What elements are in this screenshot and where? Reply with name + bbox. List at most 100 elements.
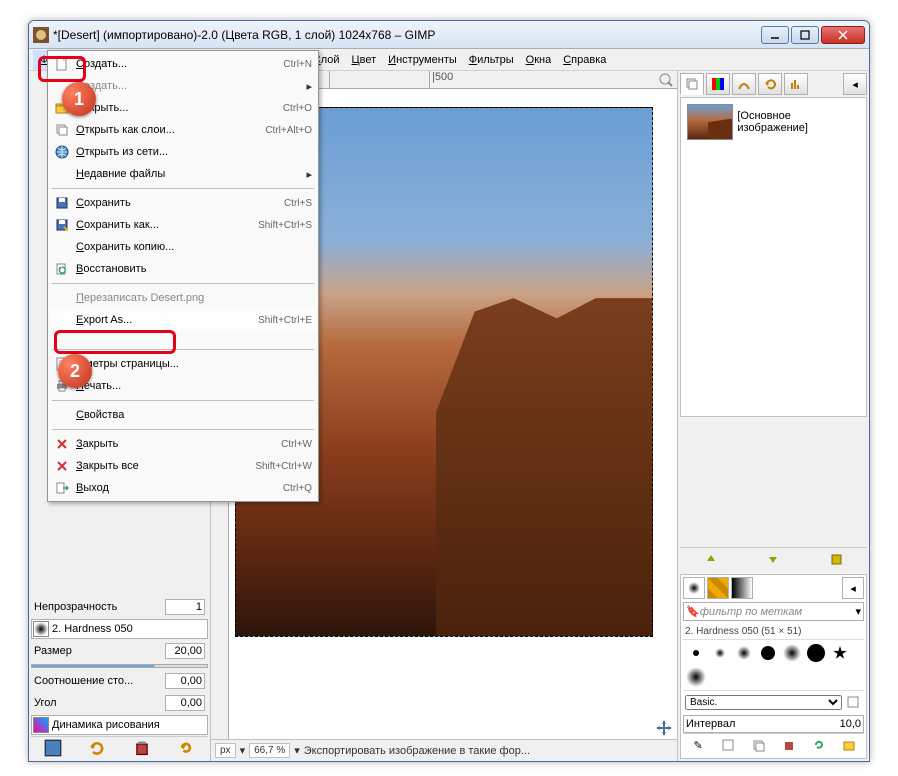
close-icon bbox=[54, 436, 70, 452]
menu-item-открытькакслои[interactable]: Открыть как слои...Ctrl+Alt+O bbox=[50, 119, 316, 141]
navigation-icon[interactable] bbox=[653, 717, 675, 739]
close-window-button[interactable] bbox=[821, 26, 865, 44]
app-icon bbox=[33, 27, 49, 43]
tab-undo-icon[interactable] bbox=[758, 73, 782, 95]
layer-name: [Основное изображение] bbox=[737, 110, 860, 134]
menu-item-недавниефайлы[interactable]: Недавние файлы▸ bbox=[50, 163, 316, 185]
globe-icon bbox=[54, 144, 70, 160]
brushes-tab-icon[interactable] bbox=[683, 577, 705, 599]
layer-up-icon[interactable] bbox=[702, 550, 720, 568]
patterns-tab-icon[interactable] bbox=[707, 577, 729, 599]
brush-preset[interactable]: 2. Hardness 050 bbox=[31, 619, 208, 639]
brush-filter[interactable]: 🔖 фильтр по меткам ▾ bbox=[683, 602, 864, 621]
reset-options-icon[interactable] bbox=[177, 739, 195, 757]
menu-item-перезаписатьdesertpng: Перезаписать Desert.png bbox=[50, 287, 316, 309]
revert-icon bbox=[54, 261, 70, 277]
brush-open-icon[interactable] bbox=[840, 736, 858, 754]
blank-icon bbox=[54, 166, 70, 182]
brush-item[interactable] bbox=[733, 642, 755, 664]
opacity-label: Непрозрачность bbox=[34, 601, 165, 613]
brush-item[interactable] bbox=[829, 642, 851, 664]
menu-item-сохранитькак[interactable]: Сохранить как...Shift+Ctrl+S bbox=[50, 214, 316, 236]
right-dock: ◂ [Основное изображение] ◂ bbox=[677, 71, 869, 761]
unit-selector[interactable]: px bbox=[215, 743, 236, 758]
brush-item[interactable] bbox=[805, 642, 827, 664]
delete-options-icon[interactable] bbox=[133, 739, 151, 757]
angle-value[interactable]: 0,00 bbox=[165, 695, 205, 711]
brush-edit-icon[interactable]: ✎ bbox=[689, 736, 707, 754]
brush-duplicate-icon[interactable] bbox=[749, 736, 767, 754]
status-message: Экспортировать изображение в такие фор..… bbox=[304, 745, 673, 757]
save-icon bbox=[54, 195, 70, 211]
gradients-tab-icon[interactable] bbox=[731, 577, 753, 599]
angle-label: Угол bbox=[34, 697, 165, 709]
size-slider[interactable] bbox=[31, 664, 208, 668]
tab-paths-icon[interactable] bbox=[732, 73, 756, 95]
layer-row[interactable]: [Основное изображение] bbox=[685, 102, 862, 142]
brush-item[interactable] bbox=[709, 642, 731, 664]
size-value[interactable]: 20,00 bbox=[165, 643, 205, 659]
brush-new-icon[interactable] bbox=[719, 736, 737, 754]
brush-edit-icon[interactable] bbox=[844, 693, 862, 711]
submenu-arrow-icon: ▸ bbox=[306, 168, 312, 181]
brush-item[interactable] bbox=[685, 666, 707, 688]
brush-tab-menu-icon[interactable]: ◂ bbox=[842, 577, 864, 599]
opacity-value[interactable]: 1 bbox=[165, 599, 205, 615]
callout-badge-2: 2 bbox=[58, 354, 92, 388]
menu-цвет[interactable]: Цвет bbox=[346, 51, 383, 69]
ratio-value[interactable]: 0,00 bbox=[165, 673, 205, 689]
new-icon bbox=[54, 56, 70, 72]
ratio-label: Соотношение сто... bbox=[34, 675, 165, 687]
saveas-icon bbox=[54, 217, 70, 233]
brush-name-label: 2. Hardness 050 (51 × 51) bbox=[683, 624, 864, 639]
menu-item-сохранить[interactable]: СохранитьCtrl+S bbox=[50, 192, 316, 214]
layer-duplicate-icon[interactable] bbox=[827, 550, 845, 568]
menu-item-выход[interactable]: ВыходCtrl+Q bbox=[50, 477, 316, 499]
blank-icon bbox=[54, 239, 70, 255]
close-icon bbox=[54, 458, 70, 474]
menu-инструменты[interactable]: Инструменты bbox=[382, 51, 463, 69]
menu-item-закрыть[interactable]: ЗакрытьCtrl+W bbox=[50, 433, 316, 455]
menu-item-свойства[interactable]: Свойства bbox=[50, 404, 316, 426]
menu-item-exportas[interactable]: Export As...Shift+Ctrl+E bbox=[50, 309, 316, 331]
tab-layers-icon[interactable] bbox=[680, 73, 704, 95]
title-bar: *[Desert] (импортировано)-2.0 (Цвета RGB… bbox=[29, 21, 869, 49]
maximize-button[interactable] bbox=[791, 26, 819, 44]
brush-preview-icon bbox=[33, 621, 49, 637]
file-menu-dropdown: Создать...Ctrl+NСоздать...▸Открыть...Ctr… bbox=[47, 50, 319, 502]
blank-icon bbox=[54, 407, 70, 423]
menu-справка[interactable]: Справка bbox=[557, 51, 612, 69]
interval-row[interactable]: Интервал 10,0 bbox=[683, 715, 864, 733]
brush-item[interactable] bbox=[757, 642, 779, 664]
menu-item-сохранитькопию[interactable]: Сохранить копию... bbox=[50, 236, 316, 258]
minimize-button[interactable] bbox=[761, 26, 789, 44]
menu-item-открытьизсети[interactable]: Открыть из сети... bbox=[50, 141, 316, 163]
save-options-icon[interactable] bbox=[44, 739, 62, 757]
restore-options-icon[interactable] bbox=[88, 739, 106, 757]
window-title: *[Desert] (импортировано)-2.0 (Цвета RGB… bbox=[53, 28, 759, 42]
right-dock-tabs: ◂ bbox=[680, 73, 867, 95]
brush-refresh-icon[interactable] bbox=[810, 736, 828, 754]
tab-histogram-icon[interactable] bbox=[784, 73, 808, 95]
menu-item-восстановить[interactable]: Восстановить bbox=[50, 258, 316, 280]
brush-delete-icon[interactable] bbox=[780, 736, 798, 754]
submenu-arrow-icon: ▸ bbox=[306, 80, 312, 93]
dropdown-arrow-icon[interactable]: ▾ bbox=[855, 605, 861, 618]
menu-item-закрытьвсе[interactable]: Закрыть всеShift+Ctrl+W bbox=[50, 455, 316, 477]
menu-окна[interactable]: Окна bbox=[520, 51, 558, 69]
callout-badge-1: 1 bbox=[62, 82, 96, 116]
tab-channels-icon[interactable] bbox=[706, 73, 730, 95]
brush-preset-select[interactable]: Basic. bbox=[685, 695, 842, 710]
tab-menu-icon[interactable]: ◂ bbox=[843, 73, 867, 95]
layer-down-icon[interactable] bbox=[764, 550, 782, 568]
menu-item-создать[interactable]: Создать...Ctrl+N bbox=[50, 53, 316, 75]
zoom-field[interactable]: 66,7 % bbox=[249, 743, 290, 758]
brush-item[interactable] bbox=[781, 642, 803, 664]
tag-icon: 🔖 bbox=[686, 605, 700, 618]
menu-фильтры[interactable]: Фильтры bbox=[463, 51, 520, 69]
quickmask-icon[interactable] bbox=[659, 73, 673, 90]
size-label: Размер bbox=[34, 645, 165, 657]
brush-item[interactable] bbox=[685, 642, 707, 664]
dynamics-row[interactable]: Динамика рисования bbox=[31, 715, 208, 735]
layer-toolbar bbox=[680, 547, 867, 570]
